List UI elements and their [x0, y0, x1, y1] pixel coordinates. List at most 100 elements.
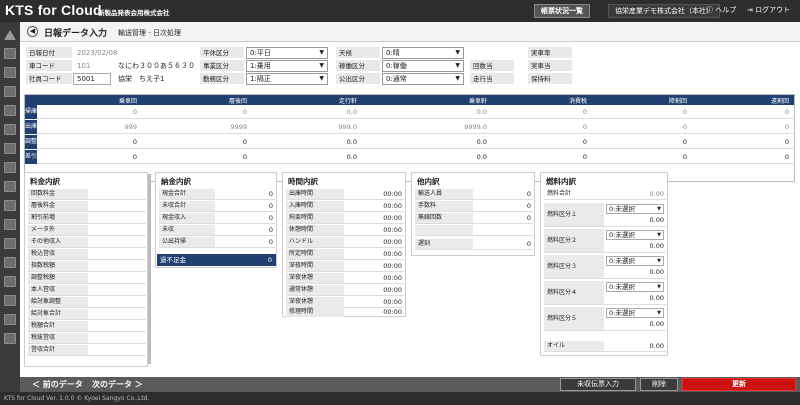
- other-panel: 他内訳 輸送人員 0 手数料 0 無線回数 0 遅刻 0: [411, 172, 535, 256]
- fare-row: 営収合計: [28, 345, 146, 356]
- fuel-type-value: 0:未選択: [609, 309, 635, 317]
- sidebar-nav-icon-2[interactable]: [4, 67, 16, 78]
- time-row-value[interactable]: 00:00: [344, 201, 404, 211]
- fuel-group-value[interactable]: 0.00: [604, 241, 666, 251]
- sidebar-nav-icon-11[interactable]: [4, 238, 16, 249]
- time-row: 深夜休憩 00:00: [286, 273, 404, 284]
- time-row-value[interactable]: 00:00: [344, 189, 404, 199]
- delete-button[interactable]: 削除: [640, 378, 678, 391]
- sidebar-nav-icon-9[interactable]: [4, 200, 16, 211]
- summary-row: 0 0 0.0 0.0 0 0 0: [37, 135, 794, 149]
- sidebar-nav-icon-1[interactable]: [4, 48, 16, 59]
- sidebar-nav-icon-16[interactable]: [4, 333, 16, 344]
- sidebar-nav-icon-6[interactable]: [4, 143, 16, 154]
- sidebar-nav-icon-15[interactable]: [4, 314, 16, 325]
- fuel-type-select[interactable]: 0:未選択 ▼: [606, 256, 664, 266]
- fuel-group-value[interactable]: 0.00: [604, 319, 666, 329]
- operation-select[interactable]: 0:稼働 ▼: [382, 60, 464, 72]
- previous-data-link[interactable]: ＜ 前のデータ: [32, 379, 83, 390]
- other-row-value[interactable]: 0: [473, 213, 533, 223]
- scrollbar[interactable]: [148, 174, 151, 364]
- weather-label: 天候: [336, 47, 380, 59]
- fuel-group-value[interactable]: 0.00: [604, 215, 666, 225]
- business-select[interactable]: 1:乗用 ▼: [246, 60, 328, 72]
- summary-cell[interactable]: 0: [37, 135, 137, 149]
- uncollected-slip-button[interactable]: 未収伝票入力: [560, 378, 636, 391]
- fare-row-label: 回数料金: [28, 189, 88, 199]
- weather-select[interactable]: 0:晴 ▼: [382, 47, 464, 59]
- report-status-button[interactable]: 帳票状況一覧: [534, 4, 590, 18]
- summary-col-header: 障割回: [668, 98, 687, 105]
- oil-value[interactable]: 0.00: [604, 341, 666, 351]
- next-data-link[interactable]: 次のデータ ＞: [92, 379, 143, 390]
- sidebar-nav-icon-4[interactable]: [4, 105, 16, 116]
- fuel-type-select[interactable]: 0:未選択 ▼: [606, 282, 664, 292]
- time-row-value[interactable]: 00:00: [344, 261, 404, 271]
- summary-cell[interactable]: 0: [687, 135, 789, 149]
- fuel-type-select[interactable]: 0:未選択 ▼: [606, 308, 664, 318]
- other-row-value[interactable]: 0: [473, 189, 533, 199]
- fuel-group-value[interactable]: 0.00: [604, 267, 666, 277]
- logout-button[interactable]: ⇥ ログアウト: [741, 4, 796, 18]
- time-row-value[interactable]: 00:00: [344, 297, 404, 307]
- weather-value: 0:晴: [386, 49, 400, 57]
- holiday-value: 0:平日: [250, 49, 271, 57]
- fuel-type-select[interactable]: 0:未選択 ▼: [606, 230, 664, 240]
- summary-cell[interactable]: 0.0: [357, 135, 487, 149]
- time-row-value[interactable]: 00:00: [344, 237, 404, 247]
- main-content: ◀ 日報データ入力 輸送管理 - 日次処理 日報日付 2023/02/08 車コ…: [20, 22, 800, 377]
- run-rate-label: 走行当: [470, 73, 514, 85]
- fuel-type-select[interactable]: 0:未選択 ▼: [606, 204, 664, 214]
- summary-cell: 0: [682, 108, 687, 116]
- holiday-label: 平休区分: [200, 47, 244, 59]
- sidebar-nav-icon-14[interactable]: [4, 295, 16, 306]
- time-row-value[interactable]: 00:00: [344, 285, 404, 295]
- sidebar-nav-icon-8[interactable]: [4, 181, 16, 192]
- sidebar-nav-icon-3[interactable]: [4, 86, 16, 97]
- sidebar-nav-icon-10[interactable]: [4, 219, 16, 230]
- shortage-label: 過不足金: [160, 256, 186, 264]
- fuel-type-value: 0:未選択: [609, 231, 635, 239]
- time-row-value[interactable]: 00:00: [344, 213, 404, 223]
- employee-code-input[interactable]: 5001: [73, 73, 111, 85]
- back-icon[interactable]: ◀: [27, 26, 38, 37]
- company-name: 新製品発表会用株式会社: [98, 9, 170, 17]
- fare-row: 税抜営収: [28, 333, 146, 344]
- fare-row: 層後料金: [28, 201, 146, 212]
- summary-cell[interactable]: 0.0: [247, 135, 357, 149]
- sidebar-nav-icon-13[interactable]: [4, 276, 16, 287]
- time-row-value[interactable]: 00:00: [344, 273, 404, 283]
- summary-cell: 0.0: [346, 108, 357, 116]
- sidebar-nav-icon-5[interactable]: [4, 124, 16, 135]
- summary-cell[interactable]: 0: [137, 135, 247, 149]
- other-row-value[interactable]: 0: [473, 201, 533, 211]
- summary-cell[interactable]: 0: [487, 135, 587, 149]
- other-row-value[interactable]: 0: [473, 239, 533, 249]
- help-button[interactable]: ⓘ ヘルプ: [700, 4, 742, 18]
- summary-row: 0 0 0.0 0.0 0 0 0: [37, 105, 794, 119]
- update-button[interactable]: 更新: [682, 378, 796, 391]
- payment-row-value[interactable]: 0: [215, 237, 275, 247]
- time-row-value[interactable]: 00:00: [344, 225, 404, 235]
- date-value: 2023/02/08: [77, 49, 118, 57]
- public-label: 公出区分: [336, 73, 380, 85]
- payment-row-value[interactable]: 0: [215, 213, 275, 223]
- payment-row-value[interactable]: 0: [215, 225, 275, 235]
- time-row-value[interactable]: 00:00: [344, 249, 404, 259]
- shortage-value: 0: [267, 256, 272, 264]
- shift-select[interactable]: 1:隔正 ▼: [246, 73, 328, 85]
- fare-row-label: 調整税額: [28, 273, 88, 283]
- summary-cell[interactable]: 0: [587, 135, 687, 149]
- fuel-group-value[interactable]: 0.00: [604, 293, 666, 303]
- fuel-group-label: 燃料区分５: [544, 307, 604, 330]
- time-row-value[interactable]: 00:00: [344, 307, 404, 317]
- home-icon[interactable]: [4, 30, 16, 40]
- summary-table: 乗車回 層後回 走行軒 乗車軒 消費税 障割回 遠割回 帰庫 出庫 調整 差引 …: [24, 94, 795, 182]
- sidebar-nav-icon-12[interactable]: [4, 257, 16, 268]
- logout-label: ログアウト: [755, 6, 791, 14]
- public-select[interactable]: 0:通常 ▼: [382, 73, 464, 85]
- summary-col-header: 遠割回: [770, 98, 789, 105]
- sidebar-nav-icon-7[interactable]: [4, 162, 16, 173]
- fare-row: 給対象合計: [28, 309, 146, 320]
- holiday-select[interactable]: 0:平日 ▼: [246, 47, 328, 59]
